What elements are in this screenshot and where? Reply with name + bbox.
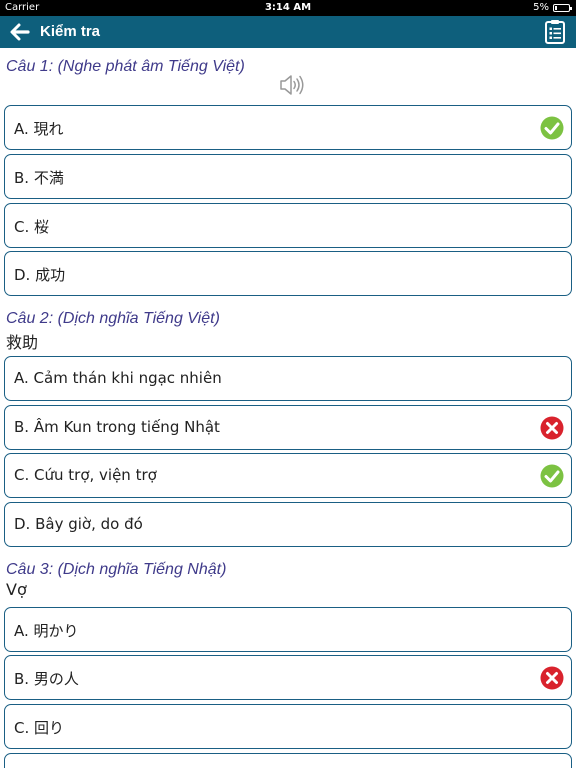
- wrong-x-icon: [540, 666, 564, 690]
- q2-option-b[interactable]: B. Âm Kun trong tiếng Nhật: [4, 405, 572, 450]
- option-label: A. 現れ: [14, 120, 64, 138]
- quiz-content: Câu 1: (Nghe phát âm Tiếng Việt) A. 現れ B…: [0, 48, 576, 768]
- option-label: A. Cảm thán khi ngạc nhiên: [14, 369, 222, 387]
- page-title: Kiểm tra: [40, 23, 101, 40]
- q3-option-c[interactable]: C. 回り: [4, 704, 572, 749]
- nav-bar: Kiểm tra: [0, 16, 576, 48]
- option-label: B. 男の人: [14, 670, 79, 688]
- clock: 3:14 AM: [264, 2, 312, 13]
- question-1-title: Câu 1: (Nghe phát âm Tiếng Việt): [6, 58, 245, 75]
- q3-option-d[interactable]: [4, 753, 572, 768]
- question-2-title: Câu 2: (Dịch nghĩa Tiếng Việt): [6, 310, 220, 327]
- battery-percent: 5%: [533, 2, 549, 13]
- q2-option-c[interactable]: C. Cứu trợ, viện trợ: [4, 453, 572, 498]
- question-3-title: Câu 3: (Dịch nghĩa Tiếng Nhật): [6, 561, 227, 578]
- q2-option-d[interactable]: D. Bây giờ, do đó: [4, 502, 572, 547]
- clipboard-list-icon[interactable]: [544, 19, 566, 45]
- wrong-x-icon: [540, 416, 564, 440]
- battery-icon: [553, 4, 572, 12]
- question-2-prompt: 救助: [6, 333, 39, 352]
- back-arrow-icon[interactable]: [8, 20, 32, 44]
- option-label: B. 不満: [14, 169, 64, 187]
- q3-option-b[interactable]: B. 男の人: [4, 655, 572, 700]
- correct-check-icon: [540, 464, 564, 488]
- status-bar: Carrier 3:14 AM 5%: [0, 0, 576, 16]
- q3-option-a[interactable]: A. 明かり: [4, 607, 572, 652]
- option-label: C. Cứu trợ, viện trợ: [14, 466, 157, 484]
- q1-option-d[interactable]: D. 成功: [4, 251, 572, 296]
- question-3-prompt: Vợ: [6, 580, 27, 599]
- option-label: C. 桜: [14, 218, 50, 236]
- option-label: C. 回り: [14, 719, 65, 737]
- q1-option-a[interactable]: A. 現れ: [4, 105, 572, 150]
- option-label: A. 明かり: [14, 622, 79, 640]
- option-label: D. Bây giờ, do đó: [14, 515, 143, 533]
- option-label: D. 成功: [14, 266, 66, 284]
- speaker-icon[interactable]: [279, 73, 305, 97]
- correct-check-icon: [540, 116, 564, 140]
- option-label: B. Âm Kun trong tiếng Nhật: [14, 418, 220, 436]
- q1-option-c[interactable]: C. 桜: [4, 203, 572, 248]
- q2-option-a[interactable]: A. Cảm thán khi ngạc nhiên: [4, 356, 572, 401]
- q1-option-b[interactable]: B. 不満: [4, 154, 572, 199]
